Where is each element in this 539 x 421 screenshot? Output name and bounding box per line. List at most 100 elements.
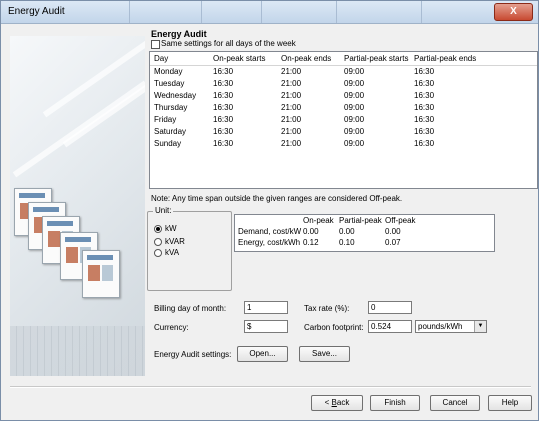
title-bar[interactable]: Energy Audit X xyxy=(1,1,538,24)
rate-column-header: On-peak xyxy=(303,216,334,225)
energy-audit-window: Energy Audit X Energy Audit Same setting… xyxy=(0,0,539,421)
billing-day-label: Billing day of month: xyxy=(154,304,227,313)
unit-legend: Unit: xyxy=(153,206,174,215)
carbon-footprint-input[interactable]: 0.524 xyxy=(368,320,412,333)
table-cell[interactable]: Thursday xyxy=(154,103,187,112)
table-cell[interactable]: 16:30 xyxy=(213,79,233,88)
wizard-illustration xyxy=(10,36,145,376)
title-decoration xyxy=(421,1,422,23)
table-cell[interactable]: 21:00 xyxy=(281,79,301,88)
window-title: Energy Audit xyxy=(8,6,65,17)
section-title: Energy Audit xyxy=(151,29,207,39)
table-cell[interactable]: 09:00 xyxy=(344,115,364,124)
illustration-stripe xyxy=(12,80,145,178)
table-cell[interactable]: Saturday xyxy=(154,127,186,136)
table-cell[interactable]: 16:30 xyxy=(414,127,434,136)
footer-separator xyxy=(10,386,531,388)
rate-column-header: Off-peak xyxy=(385,216,416,225)
currency-input[interactable]: $ xyxy=(244,320,288,333)
same-settings-label: Same settings for all days of the week xyxy=(161,39,296,48)
rates-table[interactable]: On-peak Partial-peak Off-peak Demand, co… xyxy=(234,214,495,252)
settings-label: Energy Audit settings: xyxy=(154,350,232,359)
tax-rate-input[interactable]: 0 xyxy=(368,301,412,314)
table-cell[interactable]: 09:00 xyxy=(344,127,364,136)
open-button[interactable]: Open... xyxy=(237,346,288,362)
column-header: Day xyxy=(154,54,169,63)
table-cell[interactable]: 16:30 xyxy=(213,103,233,112)
table-cell[interactable]: 16:30 xyxy=(213,127,233,136)
schedule-table[interactable]: Day On-peak starts On-peak ends Partial-… xyxy=(149,51,538,189)
table-cell[interactable]: Wednesday xyxy=(154,91,196,100)
rate-cell[interactable]: 0.07 xyxy=(385,238,401,247)
off-peak-note: Note: Any time span outside the given ra… xyxy=(151,194,403,203)
column-header: Partial-peak starts xyxy=(344,54,409,63)
illustration-stripe xyxy=(42,36,145,118)
rate-cell[interactable]: 0.10 xyxy=(339,238,355,247)
table-cell[interactable]: 09:00 xyxy=(344,103,364,112)
carbon-unit-value: pounds/kWh xyxy=(418,322,463,331)
table-cell[interactable]: 16:30 xyxy=(213,139,233,148)
table-cell[interactable]: 09:00 xyxy=(344,139,364,148)
table-cell[interactable]: 21:00 xyxy=(281,103,301,112)
table-cell[interactable]: 16:30 xyxy=(414,67,434,76)
table-cell[interactable]: 16:30 xyxy=(414,103,434,112)
carbon-footprint-label: Carbon footprint: xyxy=(304,323,364,332)
table-cell[interactable]: 16:30 xyxy=(213,67,233,76)
title-decoration xyxy=(261,1,262,23)
table-cell[interactable]: 21:00 xyxy=(281,127,301,136)
table-cell[interactable]: 21:00 xyxy=(281,115,301,124)
close-button[interactable]: X xyxy=(494,3,533,21)
title-decoration xyxy=(201,1,202,23)
carbon-unit-select[interactable]: pounds/kWh ▼ xyxy=(415,320,487,333)
table-cell[interactable]: 16:30 xyxy=(213,115,233,124)
table-header-divider xyxy=(150,65,537,66)
back-prefix: < xyxy=(324,398,332,407)
cancel-button[interactable]: Cancel xyxy=(430,395,480,411)
back-rest: ack xyxy=(336,398,350,407)
column-header: On-peak ends xyxy=(281,54,332,63)
same-settings-checkbox[interactable] xyxy=(151,40,160,49)
table-cell[interactable]: 16:30 xyxy=(414,91,434,100)
chevron-down-icon: ▼ xyxy=(474,321,486,332)
table-cell[interactable]: 16:30 xyxy=(414,115,434,124)
table-cell[interactable]: 21:00 xyxy=(281,67,301,76)
table-cell[interactable]: 21:00 xyxy=(281,91,301,100)
close-icon: X xyxy=(510,6,517,17)
table-cell[interactable]: 21:00 xyxy=(281,139,301,148)
rate-row-label: Energy, cost/kWh xyxy=(238,238,301,247)
tax-rate-label: Tax rate (%): xyxy=(304,304,350,313)
help-button[interactable]: Help xyxy=(488,395,532,411)
rate-cell[interactable]: 0.00 xyxy=(303,227,319,236)
unit-radio-kva[interactable] xyxy=(154,249,162,257)
column-header: On-peak starts xyxy=(213,54,266,63)
table-cell[interactable]: 16:30 xyxy=(213,91,233,100)
table-cell[interactable]: Sunday xyxy=(154,139,181,148)
table-cell[interactable]: 09:00 xyxy=(344,79,364,88)
table-cell[interactable]: 09:00 xyxy=(344,91,364,100)
rate-cell[interactable]: 0.00 xyxy=(339,227,355,236)
table-cell[interactable]: 16:30 xyxy=(414,139,434,148)
unit-label-kvar: kVAR xyxy=(165,237,185,246)
currency-label: Currency: xyxy=(154,323,189,332)
document-icon xyxy=(82,250,120,298)
table-cell[interactable]: Tuesday xyxy=(154,79,184,88)
rate-row-label: Demand, cost/kW xyxy=(238,227,302,236)
finish-button[interactable]: Finish xyxy=(370,395,420,411)
unit-label-kva: kVA xyxy=(165,248,180,257)
table-cell[interactable]: 09:00 xyxy=(344,67,364,76)
column-header: Partial-peak ends xyxy=(414,54,477,63)
rate-column-header: Partial-peak xyxy=(339,216,382,225)
rate-cell[interactable]: 0.12 xyxy=(303,238,319,247)
table-cell[interactable]: Monday xyxy=(154,67,182,76)
title-decoration xyxy=(129,1,130,23)
table-cell[interactable]: 16:30 xyxy=(414,79,434,88)
unit-radio-kw[interactable] xyxy=(154,225,162,233)
unit-radio-kvar[interactable] xyxy=(154,238,162,246)
keyboard-illustration xyxy=(10,326,145,376)
table-cell[interactable]: Friday xyxy=(154,115,176,124)
billing-day-input[interactable]: 1 xyxy=(244,301,288,314)
back-button[interactable]: < Back xyxy=(311,395,363,411)
title-decoration xyxy=(336,1,337,23)
rate-cell[interactable]: 0.00 xyxy=(385,227,401,236)
save-button[interactable]: Save... xyxy=(299,346,350,362)
